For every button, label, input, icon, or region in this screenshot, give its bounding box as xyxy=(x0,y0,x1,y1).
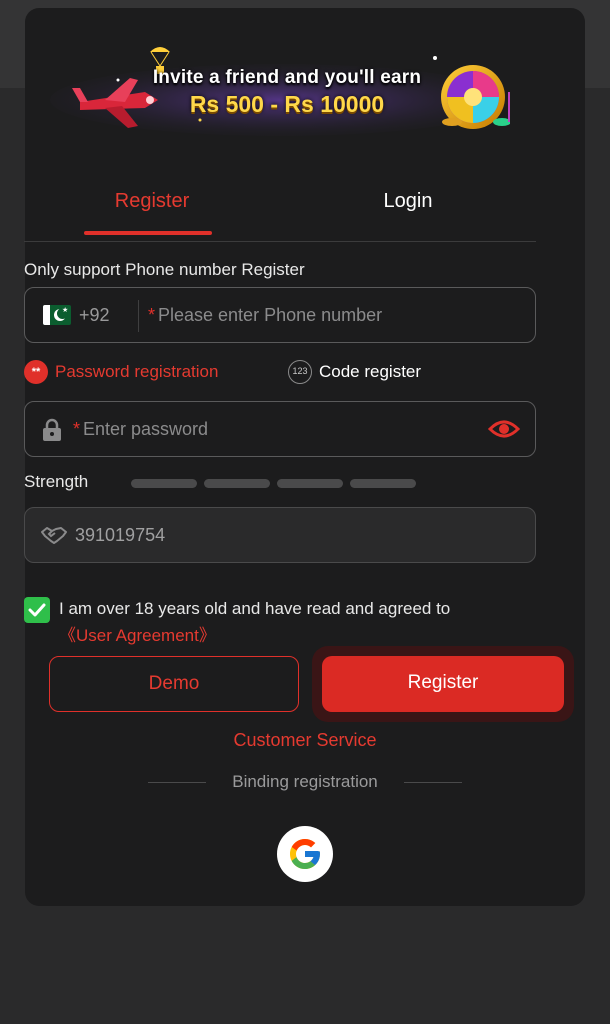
password-field: * xyxy=(24,401,536,457)
agreement: I am over 18 years old and have read and… xyxy=(24,596,536,646)
phone-support-label: Only support Phone number Register xyxy=(24,260,305,279)
check-icon xyxy=(28,603,46,617)
register-button[interactable]: Register xyxy=(322,656,564,712)
banner-text: Invite a friend and you'll earn Rs 500 -… xyxy=(142,67,432,118)
eye-icon[interactable] xyxy=(488,418,520,440)
strength-label: Strength xyxy=(24,472,89,491)
invite-code-input[interactable] xyxy=(75,522,495,548)
google-login-button[interactable] xyxy=(277,826,333,882)
demo-button[interactable]: Demo xyxy=(49,656,299,712)
code-mode-label: Code register xyxy=(319,362,422,381)
agreement-text: I am over 18 years old and have read and… xyxy=(59,599,451,618)
active-tab-indicator xyxy=(84,231,212,235)
user-agreement-link[interactable]: 《User Agreement》 xyxy=(59,621,216,646)
password-input[interactable] xyxy=(83,416,473,442)
field-separator xyxy=(138,300,139,332)
tab-register[interactable]: Register xyxy=(24,175,280,235)
required-mark: * xyxy=(73,419,81,439)
tabs-divider xyxy=(24,241,536,242)
password-mode-icon: ** xyxy=(24,360,48,384)
agreement-checkbox[interactable] xyxy=(24,597,50,623)
required-mark: * xyxy=(148,305,156,325)
customer-service-link[interactable]: Customer Service xyxy=(0,730,610,751)
banner-amount: Rs 500 - Rs 10000 xyxy=(189,91,385,117)
google-icon xyxy=(290,839,320,869)
strength-bar-3 xyxy=(277,479,343,488)
phone-field: ★ +92 * xyxy=(24,287,536,343)
pakistan-flag-icon[interactable]: ★ xyxy=(43,305,71,325)
handshake-icon xyxy=(41,527,67,544)
strength-bar-1 xyxy=(131,479,197,488)
invite-banner[interactable]: Invite a friend and you'll earn Rs 500 -… xyxy=(50,30,510,145)
password-mode-label: Password registration xyxy=(55,362,219,381)
strength-bar-2 xyxy=(204,479,270,488)
divider-line-right xyxy=(404,782,462,783)
lock-icon xyxy=(43,418,61,441)
binding-registration-divider: Binding registration xyxy=(148,772,462,794)
registration-modes: ** Password registration 123 Code regist… xyxy=(24,358,536,386)
auth-tabs: Register Login xyxy=(24,175,536,235)
strength-bar-4 xyxy=(350,479,416,488)
phone-input[interactable] xyxy=(158,302,518,328)
prize-wheel-icon xyxy=(441,65,510,129)
code-mode-icon: 123 xyxy=(288,360,312,384)
password-strength: Strength xyxy=(24,472,536,494)
country-dial-code[interactable]: +92 xyxy=(79,305,110,326)
banner-headline: Invite a friend and you'll earn xyxy=(152,67,422,88)
tab-login[interactable]: Login xyxy=(280,175,536,235)
invite-code-field xyxy=(24,507,536,563)
